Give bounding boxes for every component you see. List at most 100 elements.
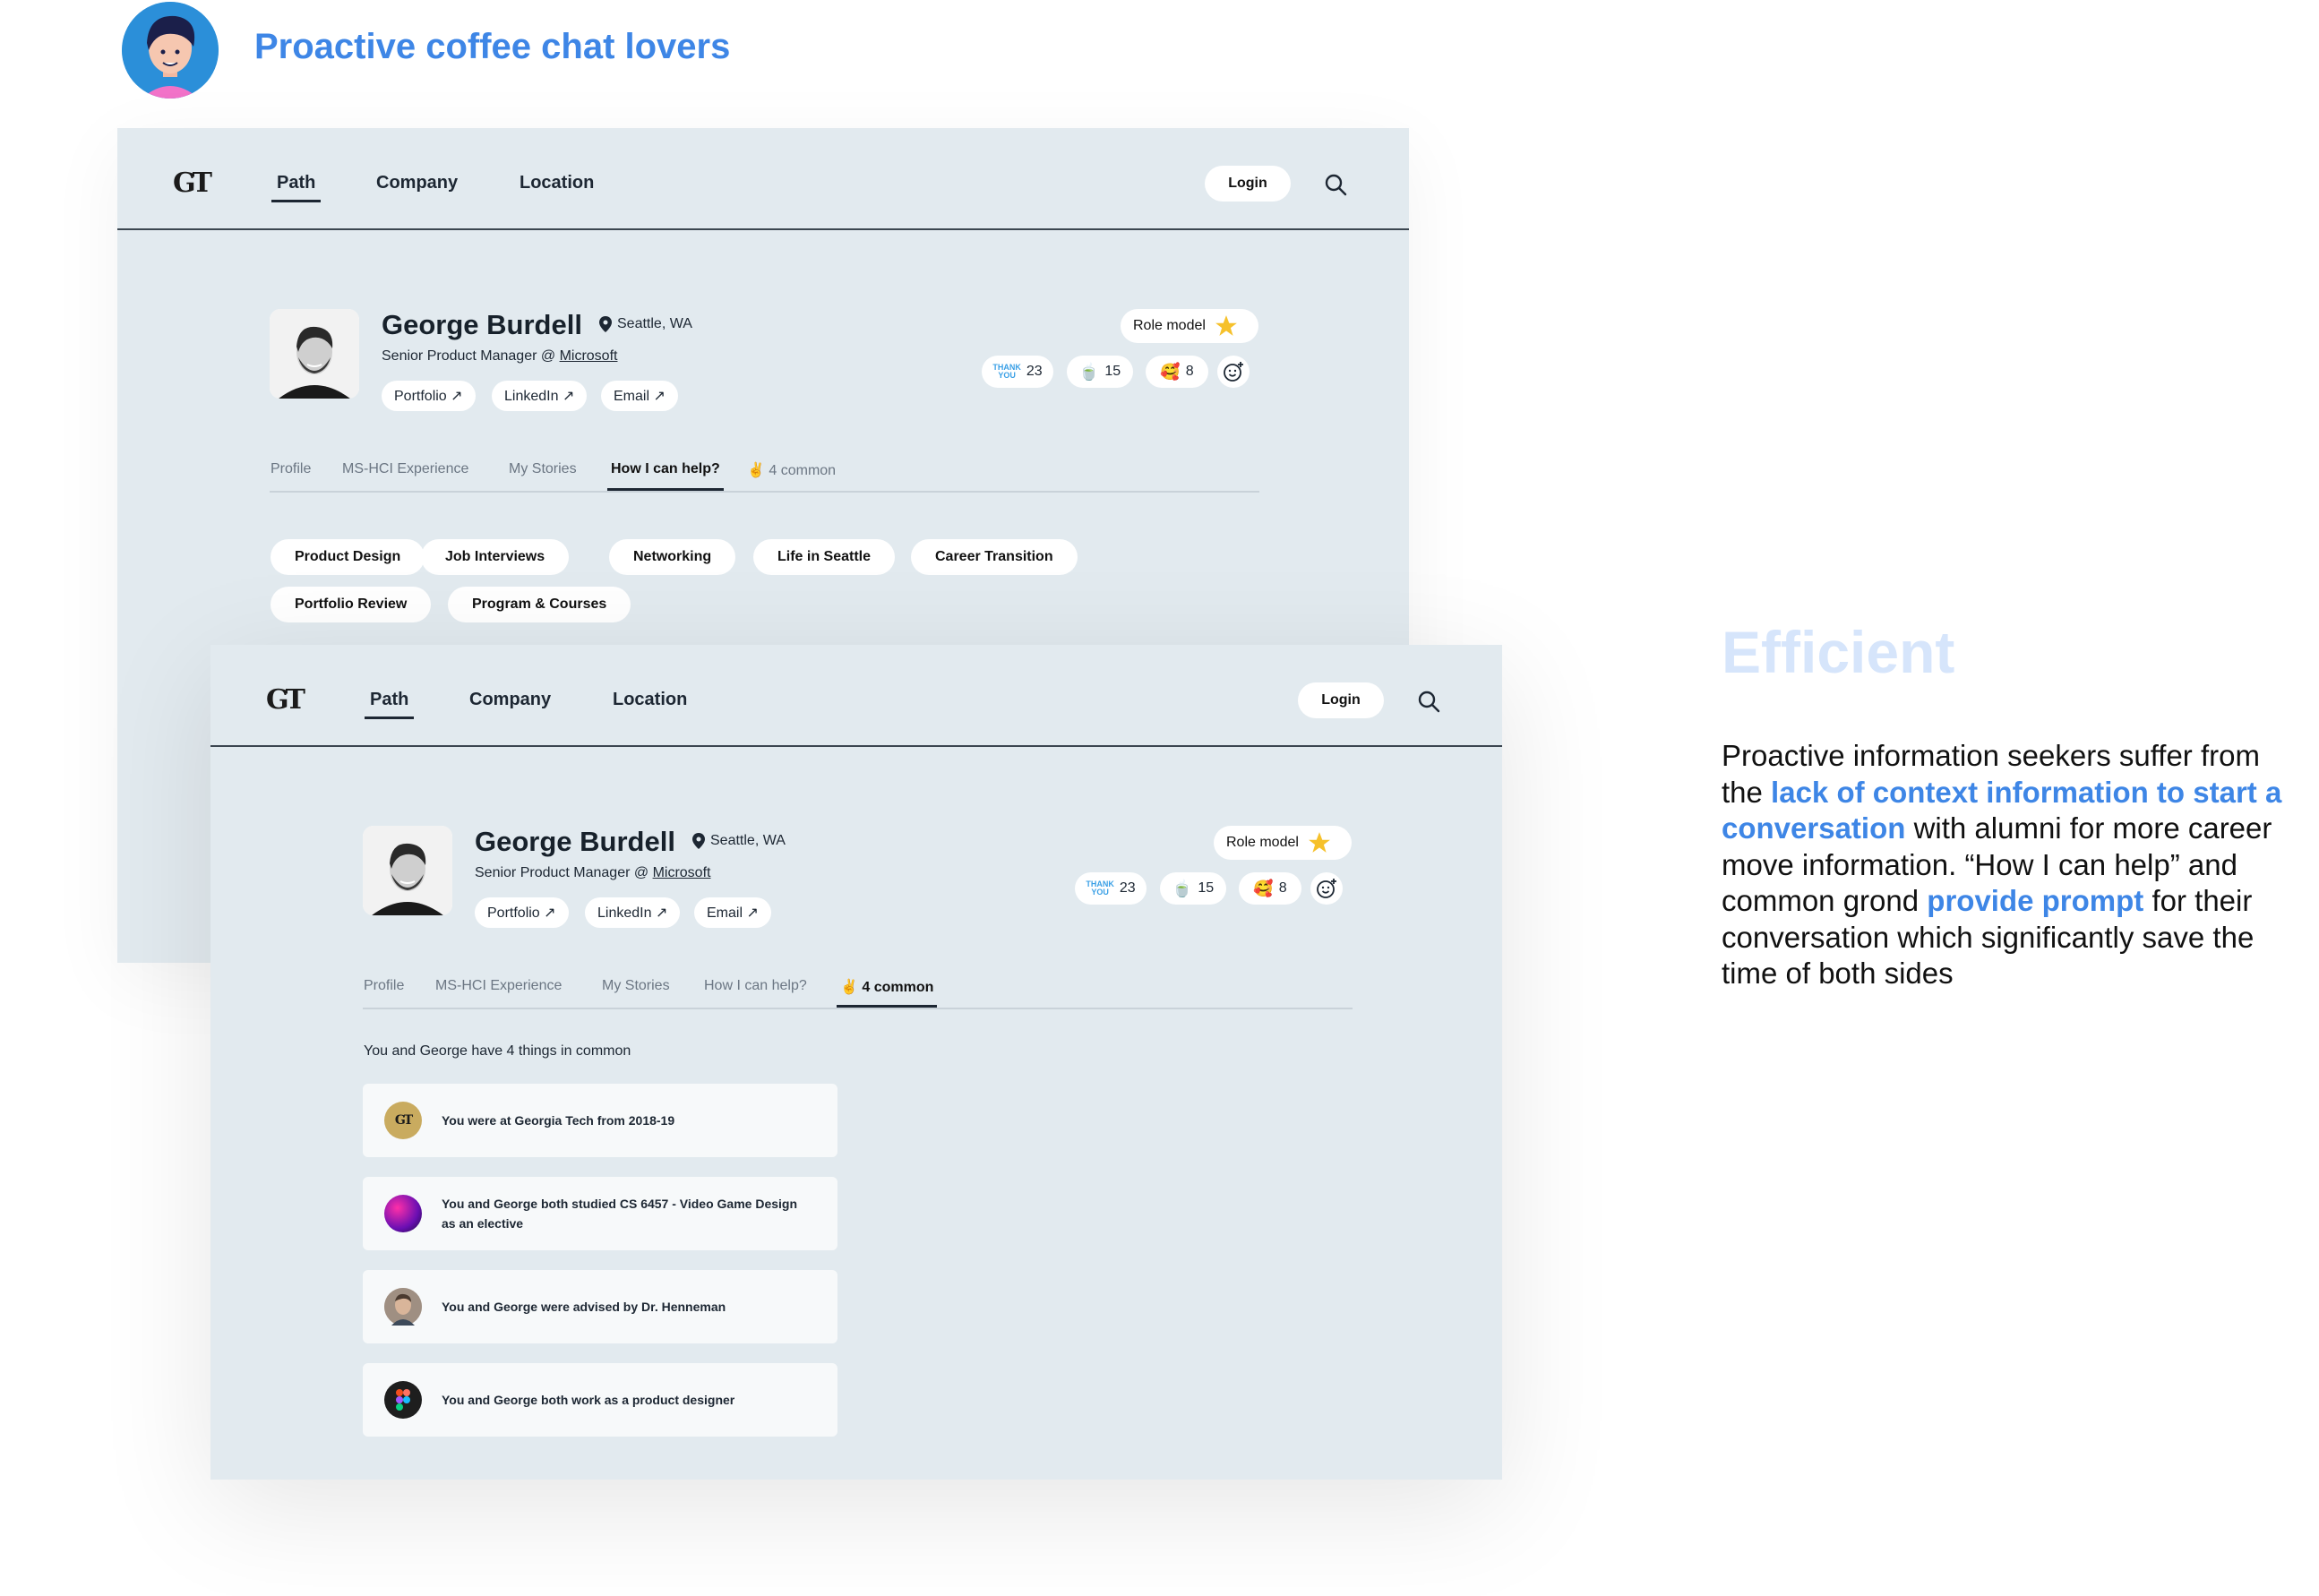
tab-profile[interactable]: Profile [364,978,404,994]
advisor-avatar [384,1288,422,1326]
tab-ms-hci-experience[interactable]: MS-HCI Experience [342,461,468,477]
topic-chip[interactable]: Networking [609,539,736,575]
tab-ms-hci-experience[interactable]: MS-HCI Experience [435,978,562,994]
company-link[interactable]: Microsoft [653,865,711,880]
nav-company[interactable]: Company [469,690,551,710]
common-item: You and George both work as a product de… [363,1363,837,1437]
reaction-count: 8 [1278,880,1287,896]
coffee-cup-icon: 🍵 [1078,362,1100,381]
reaction-love[interactable]: 🥰 8 [1239,872,1301,905]
hand-icon: ✌ [840,980,858,995]
topic-chip[interactable]: Portfolio Review [271,587,432,622]
thank-you-sticker: THANK YOU [992,363,1021,380]
nav-company[interactable]: Company [376,173,458,193]
linkedin-link[interactable]: LinkedIn ↗ [585,897,681,928]
tab-how-i-can-help[interactable]: How I can help? [704,978,807,994]
nav-location[interactable]: Location [613,690,687,710]
topic-chip[interactable]: Career Transition [911,539,1078,575]
game-course-icon [384,1195,422,1232]
star-icon [1215,315,1237,336]
add-emoji-icon [1224,362,1243,382]
company-link[interactable]: Microsoft [560,348,618,364]
topic-chip[interactable]: Job Interviews [421,539,570,575]
email-link[interactable]: Email ↗ [601,381,678,411]
tab-my-stories[interactable]: My Stories [509,461,577,477]
common-item: You and George both studied CS 6457 - Vi… [363,1177,837,1250]
common-item-text: You and George were advised by Dr. Henne… [442,1300,726,1314]
location-text: Seattle, WA [617,316,692,331]
description-highlight: provide prompt [1927,884,2144,917]
profile-name: George Burdell [475,826,675,857]
reaction-count: 23 [1119,880,1136,896]
location-pin-icon [599,316,612,332]
tab-common[interactable]: ✌ 4 common [836,978,938,1008]
topic-chip[interactable]: Product Design [271,539,425,575]
common-item-text: You and George both studied CS 6457 - Vi… [442,1197,798,1231]
persona-header: Proactive coffee chat lovers [122,2,730,99]
login-button[interactable]: Login [1298,682,1384,718]
nav-path[interactable]: Path [364,690,415,719]
portfolio-link[interactable]: Portfolio ↗ [382,381,476,411]
reaction-thank-you[interactable]: THANK YOU 23 [1075,872,1147,905]
location-pin-icon [692,833,705,849]
role-text: Senior Product Manager @ [382,348,560,364]
top-navbar: GT Path Company Location Login [117,128,1409,230]
nav-path[interactable]: Path [271,173,322,202]
tab-common[interactable]: ✌ 4 common [747,461,836,479]
tab-common-label: 4 common [769,463,837,478]
topic-chip[interactable]: Life in Seattle [753,539,896,575]
tab-my-stories[interactable]: My Stories [602,978,670,994]
role-model-badge: Role model [1121,309,1258,343]
coffee-cup-icon: 🍵 [1172,879,1193,897]
top-navbar: GT Path Company Location Login [210,645,1502,747]
tabs-divider [270,491,1259,493]
reaction-count: 23 [1026,364,1043,379]
star-icon [1309,832,1330,853]
gt-logo[interactable]: GT [173,167,212,199]
add-reaction-button[interactable] [1217,356,1250,388]
reaction-love[interactable]: 🥰 8 [1146,356,1208,388]
profile-role: Senior Product Manager @ Microsoft [382,348,617,365]
tab-common-label: 4 common [862,980,934,995]
profile-location: Seattle, WA [692,833,786,849]
georgia-tech-logo: GT [384,1102,422,1139]
nav-location[interactable]: Location [520,173,594,193]
add-emoji-icon [1317,879,1336,898]
tab-how-i-can-help[interactable]: How I can help? [607,461,724,491]
profile-role: Senior Product Manager @ Microsoft [475,865,710,881]
gt-logo[interactable]: GT [266,684,305,716]
love-face-icon: 🥰 [1160,362,1181,381]
love-face-icon: 🥰 [1253,879,1274,897]
reaction-thank-you[interactable]: THANK YOU 23 [982,356,1053,388]
portfolio-link[interactable]: Portfolio ↗ [475,897,569,928]
email-link[interactable]: Email ↗ [694,897,771,928]
common-item-text: You and George both work as a product de… [442,1393,735,1407]
reaction-coffee[interactable]: 🍵 15 [1160,872,1226,905]
tab-profile[interactable]: Profile [271,461,311,477]
location-text: Seattle, WA [710,833,786,848]
common-item-text: You were at Georgia Tech from 2018-19 [442,1113,675,1128]
reaction-count: 8 [1185,364,1194,379]
common-item: You and George were advised by Dr. Henne… [363,1270,837,1343]
linkedin-link[interactable]: LinkedIn ↗ [492,381,588,411]
common-item: GT You were at Georgia Tech from 2018-19 [363,1084,837,1157]
profile-photo [363,826,452,915]
persona-title: Proactive coffee chat lovers [254,27,731,66]
profile-location: Seattle, WA [599,316,692,332]
add-reaction-button[interactable] [1310,872,1343,905]
role-model-label: Role model [1226,835,1299,850]
common-intro: You and George have 4 things in common [364,1043,631,1059]
reaction-count: 15 [1104,364,1121,379]
reaction-count: 15 [1198,880,1215,896]
topic-chip[interactable]: Program & Courses [448,587,631,622]
search-icon[interactable] [1417,690,1440,713]
search-icon[interactable] [1324,173,1347,196]
tabs-divider [363,1008,1353,1009]
role-model-label: Role model [1133,318,1206,333]
reaction-coffee[interactable]: 🍵 15 [1067,356,1133,388]
login-button[interactable]: Login [1205,166,1291,202]
persona-avatar [122,2,219,99]
role-text: Senior Product Manager @ [475,865,653,880]
thank-you-sticker: THANK YOU [1086,880,1114,897]
role-model-badge: Role model [1214,826,1352,860]
